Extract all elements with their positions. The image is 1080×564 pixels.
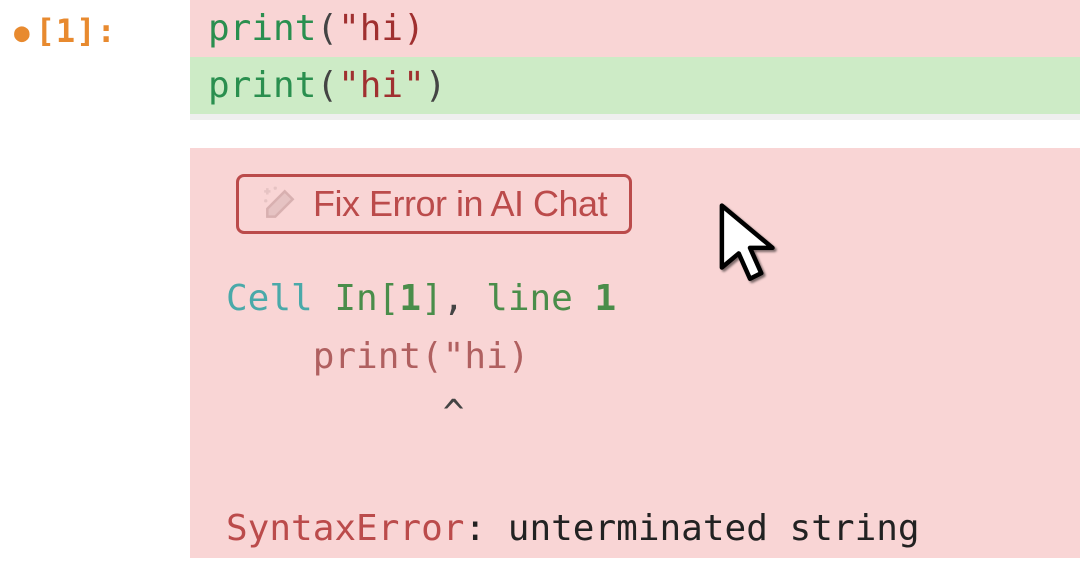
- tb-code-indent: [226, 336, 313, 377]
- tb-code-text: print("hi): [313, 336, 530, 377]
- token-func: print: [208, 8, 316, 49]
- cell-gutter: ● [1]:: [0, 0, 190, 50]
- diff-removed-line: print("hi): [190, 0, 1080, 57]
- token-paren: (: [316, 8, 338, 49]
- cell-prompt: [1]:: [36, 12, 117, 50]
- token-string: "hi": [338, 65, 425, 106]
- fix-error-button[interactable]: Fix Error in AI Chat: [236, 174, 632, 234]
- tb-caret: ^: [443, 393, 465, 434]
- tb-brack-open: [: [378, 278, 400, 319]
- tb-error-name: SyntaxError: [226, 508, 464, 549]
- error-output: Fix Error in AI Chat Cell In[1], line 1 …: [190, 148, 1080, 558]
- tb-comma: ,: [443, 278, 486, 319]
- row-spacer: [0, 120, 1080, 148]
- token-func: print: [208, 65, 316, 106]
- modified-indicator-icon: ●: [14, 20, 30, 46]
- token-paren: (: [316, 65, 338, 106]
- fix-error-button-label: Fix Error in AI Chat: [313, 183, 607, 225]
- token-string: "hi): [338, 8, 425, 49]
- input-cell-row: ● [1]: print("hi) print("hi"): [0, 0, 1080, 120]
- diff-added-line: print("hi"): [190, 57, 1080, 114]
- tb-cell-word: Cell: [226, 278, 334, 319]
- tb-line-word: line: [486, 278, 594, 319]
- tb-cell-index: 1: [399, 278, 421, 319]
- code-editor[interactable]: print("hi) print("hi"): [190, 0, 1080, 120]
- tb-line-no: 1: [595, 278, 617, 319]
- tb-in-word: In: [334, 278, 377, 319]
- magic-wand-icon: [261, 185, 299, 223]
- tb-brack-close: ]: [421, 278, 443, 319]
- tb-colon: :: [464, 508, 507, 549]
- traceback-text: Cell In[1], line 1 print("hi) ^ SyntaxEr…: [226, 270, 1044, 558]
- tb-error-message: unterminated string: [508, 508, 920, 549]
- tb-caret-indent: [226, 393, 443, 434]
- token-paren: ): [425, 65, 447, 106]
- code-divider: [190, 114, 1080, 120]
